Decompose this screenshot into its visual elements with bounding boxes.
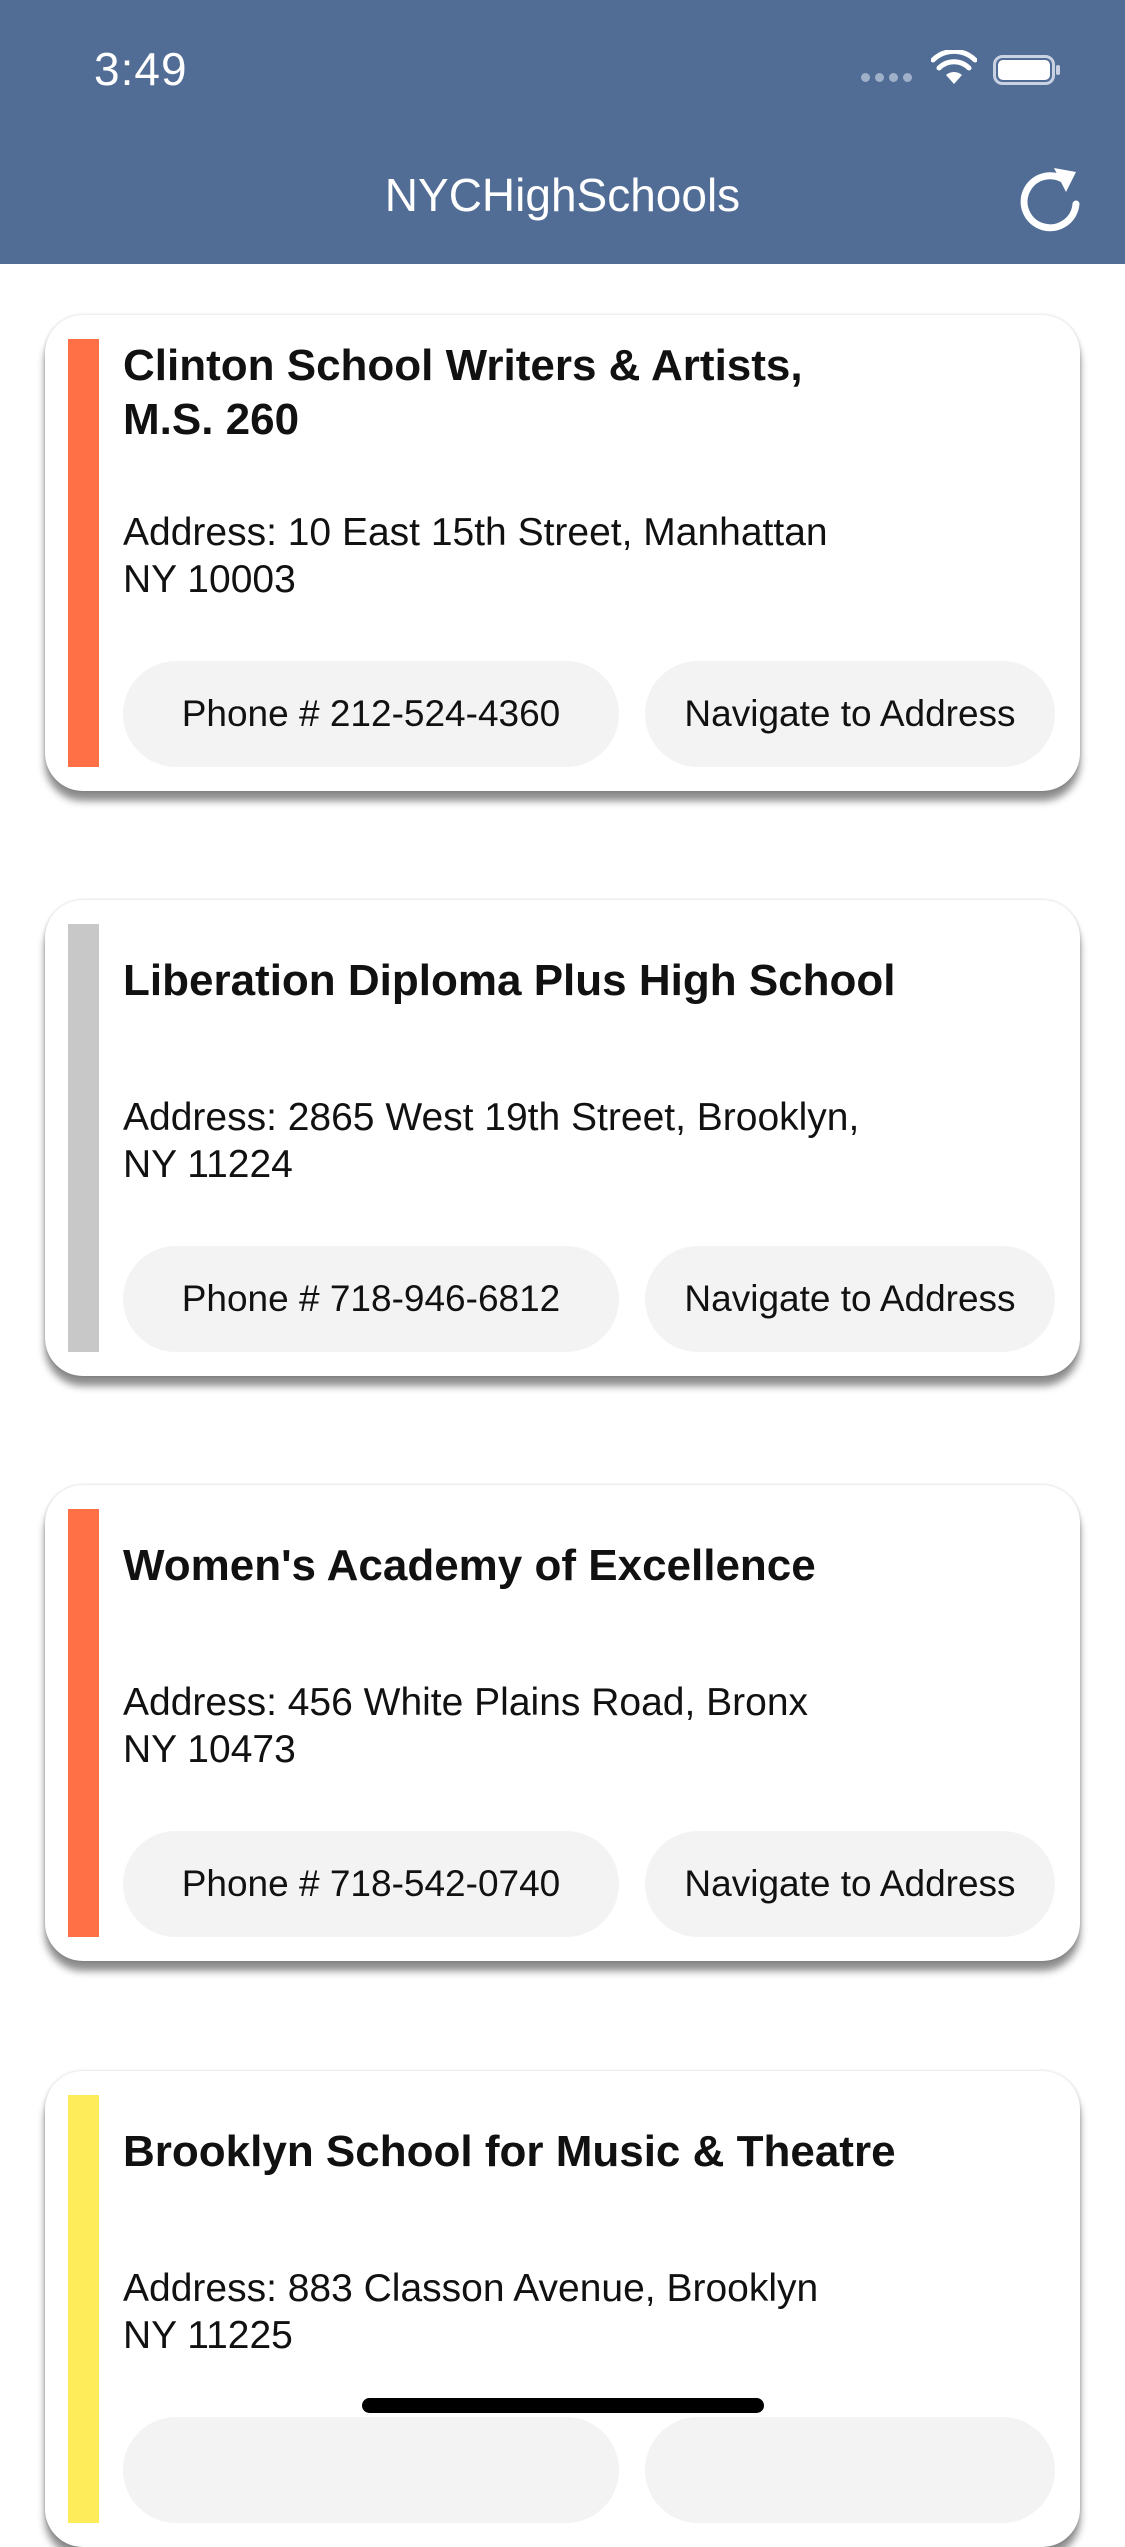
status-icons <box>861 50 1081 90</box>
school-card: Women's Academy of Excellence Address: 4… <box>45 1485 1080 1961</box>
school-card: Clinton School Writers & Artists, M.S. 2… <box>45 315 1080 791</box>
phone-button[interactable]: Phone # 212-524-4360 <box>123 661 619 767</box>
page-title: NYCHighSchools <box>384 169 741 221</box>
card-accent-bar <box>68 924 99 1352</box>
school-address: Address: 456 White Plains Road, Bronx NY… <box>123 1681 809 1771</box>
school-address: Address: 10 East 15th Street, Manhattan … <box>123 511 828 601</box>
school-card: Brooklyn School for Music & Theatre Addr… <box>45 2071 1080 2547</box>
refresh-icon[interactable] <box>1014 158 1086 234</box>
school-address: Address: 2865 West 19th Street, Brooklyn… <box>123 1096 860 1186</box>
phone-button[interactable]: Phone # 718-946-6812 <box>123 1246 619 1352</box>
status-time: 3:49 <box>94 43 188 95</box>
school-name: Women's Academy of Excellence <box>123 1541 816 1590</box>
card-accent-bar <box>68 1509 99 1937</box>
school-card: Liberation Diploma Plus High School Addr… <box>45 900 1080 1376</box>
navigate-button[interactable]: Navigate to Address <box>645 1246 1055 1352</box>
navigate-button[interactable]: Navigate to Address <box>645 1831 1055 1937</box>
school-name: Liberation Diploma Plus High School <box>123 956 896 1005</box>
card-accent-bar <box>68 339 99 767</box>
home-indicator[interactable] <box>362 2398 764 2413</box>
navigate-button[interactable] <box>645 2417 1055 2523</box>
cellular-signal-icon <box>861 73 912 82</box>
school-name: Clinton School Writers & Artists, M.S. 2… <box>123 341 803 444</box>
battery-icon <box>993 55 1060 85</box>
school-address: Address: 883 Classon Avenue, Brooklyn NY… <box>123 2267 819 2357</box>
wifi-icon <box>931 50 977 84</box>
navigation-bar: 3:49 NYCHighSchools <box>0 0 1125 264</box>
school-name: Brooklyn School for Music & Theatre <box>123 2127 896 2176</box>
phone-button[interactable] <box>123 2417 619 2523</box>
phone-button[interactable]: Phone # 718-542-0740 <box>123 1831 619 1937</box>
navigate-button[interactable]: Navigate to Address <box>645 661 1055 767</box>
card-accent-bar <box>68 2095 99 2523</box>
